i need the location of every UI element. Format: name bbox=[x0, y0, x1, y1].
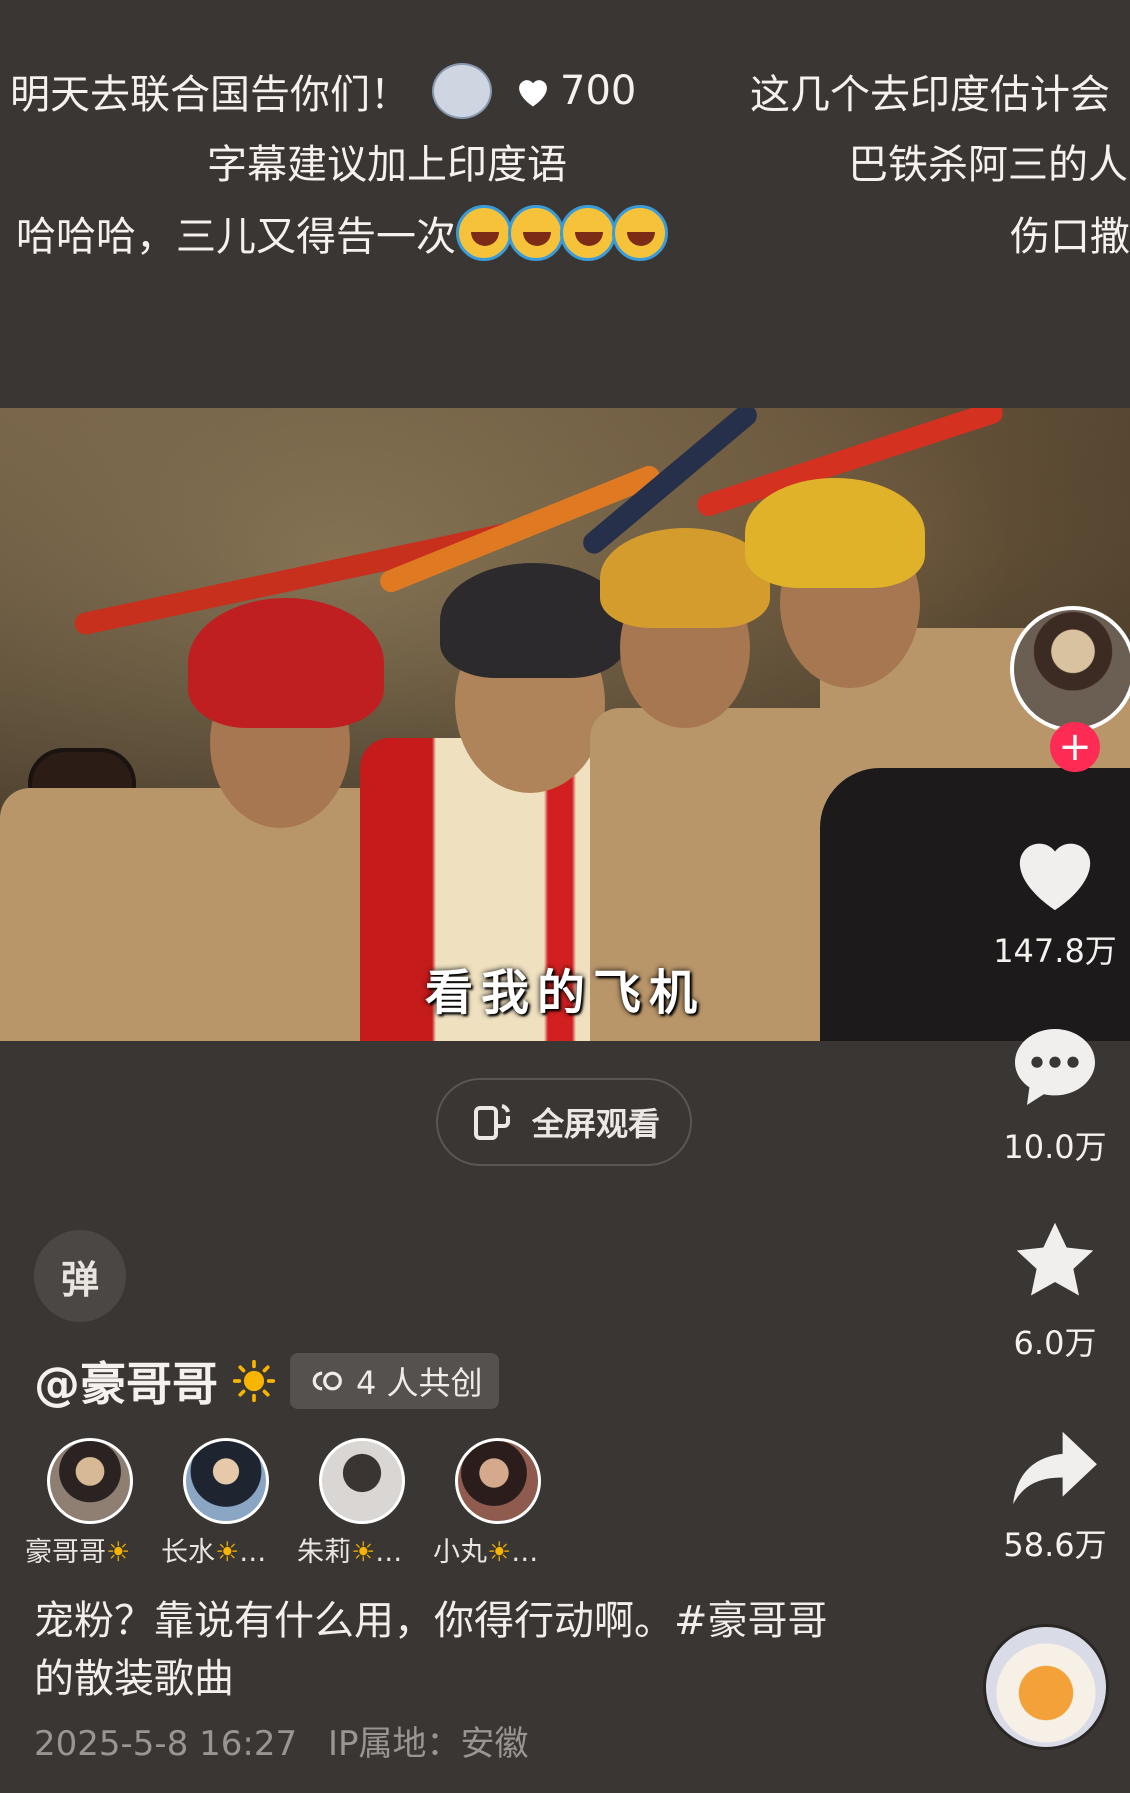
comment-count: 10.0万 bbox=[1003, 1128, 1107, 1166]
danmaku-toggle-label: 弹 bbox=[60, 1257, 99, 1302]
danmaku-text: 这几个去印度估计会 bbox=[750, 72, 1110, 118]
danmaku-toggle-button[interactable]: 弹 bbox=[34, 1230, 126, 1322]
follow-button[interactable]: + bbox=[1050, 722, 1100, 772]
like-button[interactable]: 147.8万 bbox=[980, 828, 1130, 972]
danmaku-item[interactable]: 巴铁杀阿三的人 bbox=[848, 132, 1128, 190]
publish-datetime: 2025-5-8 16:27 bbox=[34, 1724, 298, 1764]
author-avatar[interactable] bbox=[1010, 606, 1130, 732]
cocreator-name: 豪哥哥☀ bbox=[25, 1537, 131, 1568]
cocreate-label: 4 人共创 bbox=[356, 1364, 483, 1402]
fullscreen-button[interactable]: 全屏观看 bbox=[436, 1078, 692, 1166]
cocreate-icon bbox=[312, 1371, 342, 1391]
like-count: 147.8万 bbox=[993, 932, 1117, 970]
video-meta: 2025-5-8 16:27 IP属地：安徽 bbox=[34, 1716, 528, 1765]
cocreator-item[interactable]: 豪哥哥☀ bbox=[25, 1438, 146, 1569]
cocreate-badge[interactable]: 4 人共创 bbox=[290, 1353, 499, 1409]
danmaku-text: 哈哈哈，三儿又得告一次 bbox=[16, 214, 456, 260]
danmaku-item[interactable]: 伤口撒 bbox=[1010, 204, 1130, 262]
fullscreen-label: 全屏观看 bbox=[531, 1105, 660, 1143]
person-far-right-turban bbox=[745, 478, 925, 588]
author-name[interactable]: @豪哥哥 bbox=[34, 1348, 218, 1414]
cocreator-item[interactable]: 小丸☀… bbox=[433, 1438, 554, 1569]
heart-icon bbox=[1019, 843, 1091, 911]
laugh-emoji bbox=[508, 205, 564, 261]
cocreator-list: 豪哥哥☀ 长水☀… 朱莉☀… 小丸☀… bbox=[25, 1438, 554, 1569]
music-disc[interactable] bbox=[983, 1624, 1109, 1750]
cocreator-item[interactable]: 朱莉☀… bbox=[297, 1438, 418, 1569]
person-center-turban bbox=[440, 563, 626, 678]
avatar bbox=[319, 1438, 405, 1524]
cocreator-name: 朱莉☀… bbox=[297, 1537, 403, 1568]
share-icon bbox=[1013, 1431, 1097, 1505]
laugh-emoji bbox=[560, 205, 616, 261]
video-description[interactable]: 宠粉？靠说有什么用，你得行动啊。#豪哥哥的散装歌曲 bbox=[34, 1592, 834, 1708]
danmaku-text: 字幕建议加上印度语 bbox=[207, 142, 567, 188]
share-button[interactable]: 58.6万 bbox=[980, 1428, 1130, 1566]
danmaku-item[interactable]: 哈哈哈，三儿又得告一次 bbox=[16, 204, 668, 262]
author-row: @豪哥哥 4 人共创 bbox=[34, 1348, 499, 1414]
avatar bbox=[47, 1438, 133, 1524]
danmaku-item[interactable]: 字幕建议加上印度语 bbox=[207, 132, 567, 190]
danmaku-text: 巴铁杀阿三的人 bbox=[848, 142, 1128, 188]
favorite-button[interactable]: 6.0万 bbox=[980, 1216, 1130, 1364]
person-left-turban bbox=[188, 598, 384, 728]
heart-icon bbox=[519, 80, 547, 107]
favorite-count: 6.0万 bbox=[1013, 1324, 1097, 1362]
avatar bbox=[455, 1438, 541, 1524]
video-player[interactable]: 看我的飞机 bbox=[0, 408, 1130, 1041]
danmaku-area: 明天去联合国告你们！ 700 这几个去印度估计会 字幕建议加上印度语 巴铁杀阿三… bbox=[0, 40, 1130, 270]
cocreator-item[interactable]: 长水☀… bbox=[161, 1438, 282, 1569]
follow-plus: + bbox=[1058, 724, 1092, 770]
comment-button[interactable]: 10.0万 bbox=[980, 1020, 1130, 1168]
danmaku-item[interactable]: 明天去联合国告你们！ 700 bbox=[10, 62, 636, 120]
danmaku-item[interactable]: 这几个去印度估计会 bbox=[750, 62, 1110, 120]
danmaku-likes: 700 bbox=[514, 68, 636, 114]
fullscreen-icon bbox=[473, 1104, 510, 1140]
cocreator-name: 长水☀… bbox=[161, 1537, 267, 1568]
comment-icon bbox=[1015, 1029, 1095, 1105]
avatar bbox=[183, 1438, 269, 1524]
laugh-emoji bbox=[612, 205, 668, 261]
sun-icon bbox=[232, 1359, 276, 1403]
wolf-emoji bbox=[432, 63, 492, 119]
danmaku-text: 明天去联合国告你们！ bbox=[10, 72, 410, 118]
cocreator-name: 小丸☀… bbox=[433, 1537, 539, 1568]
star-icon bbox=[1016, 1222, 1094, 1296]
video-subtitle: 看我的飞机 bbox=[424, 965, 705, 1021]
laugh-emoji bbox=[456, 205, 512, 261]
danmaku-like-count: 700 bbox=[560, 68, 637, 114]
share-count: 58.6万 bbox=[1003, 1526, 1107, 1564]
ip-location: IP属地：安徽 bbox=[327, 1724, 529, 1764]
danmaku-text: 伤口撒 bbox=[1010, 214, 1130, 260]
